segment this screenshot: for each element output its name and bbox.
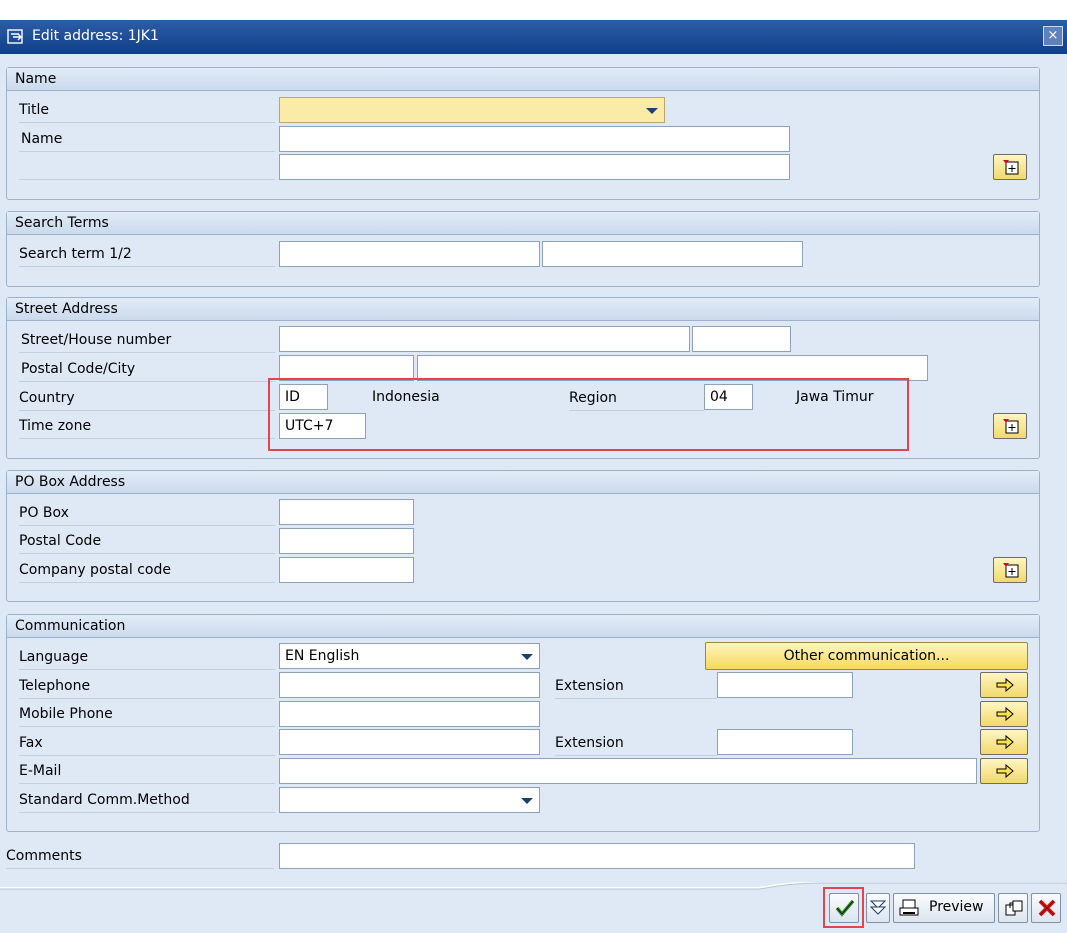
fax-label: Fax bbox=[19, 730, 275, 756]
country-label: Country bbox=[19, 385, 275, 411]
search-terms-group: Search Terms Search term 1/2 bbox=[6, 211, 1040, 287]
expand-fields-icon bbox=[1003, 419, 1019, 434]
cancel-button[interactable] bbox=[1031, 893, 1061, 923]
fax-more-button[interactable] bbox=[980, 729, 1028, 755]
edit-window-icon bbox=[7, 29, 25, 45]
pobox-input[interactable] bbox=[279, 499, 414, 525]
name2-input[interactable] bbox=[279, 154, 790, 180]
telephone-input[interactable] bbox=[279, 672, 540, 698]
pobox-group: PO Box Address PO Box Postal Code Compan… bbox=[6, 470, 1040, 602]
street-input[interactable] bbox=[279, 326, 690, 352]
company-postal-label: Company postal code bbox=[19, 557, 275, 583]
email-input[interactable] bbox=[279, 758, 977, 784]
name-group-header: Name bbox=[7, 68, 1039, 91]
yellow-arrow-icon bbox=[996, 706, 1014, 722]
search-terms-header: Search Terms bbox=[7, 212, 1039, 235]
yellow-arrow-icon bbox=[996, 763, 1014, 779]
timezone-label: Time zone bbox=[19, 413, 275, 439]
email-label: E-Mail bbox=[19, 758, 275, 784]
chevron-down-icon bbox=[521, 654, 533, 660]
house-number-input[interactable] bbox=[692, 326, 791, 352]
chevron-down-icon bbox=[521, 798, 533, 804]
fax-extension-input[interactable] bbox=[717, 729, 853, 755]
title-dropdown[interactable] bbox=[279, 97, 665, 123]
copy-icon bbox=[1005, 900, 1023, 916]
name-input[interactable] bbox=[279, 126, 790, 152]
language-label: Language bbox=[19, 644, 275, 670]
close-icon[interactable]: × bbox=[1043, 26, 1063, 46]
email-more-button[interactable] bbox=[980, 758, 1028, 784]
yellow-arrow-icon bbox=[996, 677, 1014, 693]
pobox-postal-label: Postal Code bbox=[19, 528, 275, 554]
language-dropdown[interactable]: EN English bbox=[279, 643, 540, 669]
save-draft-button[interactable] bbox=[866, 893, 890, 923]
name2-label-spacer bbox=[19, 154, 275, 180]
highlight-box bbox=[268, 378, 909, 451]
name-expand-button[interactable] bbox=[993, 154, 1027, 180]
search-term2-input[interactable] bbox=[542, 241, 803, 267]
search-term-label: Search term 1/2 bbox=[19, 241, 275, 267]
telephone-extension-label: Extension bbox=[555, 673, 717, 699]
printer-icon bbox=[899, 899, 919, 916]
preview-button[interactable]: Preview bbox=[893, 893, 995, 923]
name-group: Name Title Name bbox=[6, 67, 1040, 200]
fax-input[interactable] bbox=[279, 729, 540, 755]
name-label: Name bbox=[19, 126, 275, 152]
std-comm-method-dropdown[interactable] bbox=[279, 787, 540, 813]
mobile-label: Mobile Phone bbox=[19, 701, 275, 727]
dialog-title: Edit address: 1JK1 bbox=[32, 28, 159, 44]
pobox-expand-button[interactable] bbox=[993, 557, 1027, 583]
yellow-arrow-icon bbox=[996, 734, 1014, 750]
dialog-titlebar: Edit address: 1JK1 × bbox=[0, 20, 1067, 54]
red-cancel-icon bbox=[1038, 899, 1056, 917]
street-address-header: Street Address bbox=[7, 298, 1039, 321]
mobile-input[interactable] bbox=[279, 701, 540, 727]
fax-extension-label: Extension bbox=[555, 730, 717, 756]
street-label: Street/House number bbox=[19, 327, 275, 353]
comments-label: Comments bbox=[6, 843, 274, 869]
telephone-extension-input[interactable] bbox=[717, 672, 853, 698]
expand-fields-icon bbox=[1003, 160, 1019, 175]
chevron-down-icon bbox=[646, 108, 658, 114]
telephone-label: Telephone bbox=[19, 673, 275, 699]
mobile-more-button[interactable] bbox=[980, 701, 1028, 727]
street-expand-button[interactable] bbox=[993, 413, 1027, 439]
comments-input[interactable] bbox=[279, 843, 915, 869]
down-arrow-icon bbox=[870, 900, 886, 915]
other-communication-button[interactable]: Other communication... bbox=[705, 642, 1028, 670]
search-term1-input[interactable] bbox=[279, 241, 540, 267]
expand-fields-icon bbox=[1003, 563, 1019, 578]
pobox-label: PO Box bbox=[19, 500, 275, 526]
pobox-header: PO Box Address bbox=[7, 471, 1039, 494]
preview-label: Preview bbox=[929, 899, 984, 915]
telephone-more-button[interactable] bbox=[980, 672, 1028, 698]
company-postal-input[interactable] bbox=[279, 557, 414, 583]
confirm-highlight-box bbox=[823, 887, 864, 928]
top-strip bbox=[0, 0, 1067, 21]
communication-header: Communication bbox=[7, 615, 1039, 638]
pobox-postal-input[interactable] bbox=[279, 528, 414, 554]
title-label: Title bbox=[19, 97, 275, 123]
postal-city-label: Postal Code/City bbox=[19, 356, 275, 382]
language-value: EN English bbox=[285, 648, 360, 664]
copy-address-button[interactable] bbox=[998, 893, 1028, 923]
std-comm-method-label: Standard Comm.Method bbox=[19, 787, 275, 813]
communication-group: Communication Language EN English Other … bbox=[6, 614, 1040, 832]
